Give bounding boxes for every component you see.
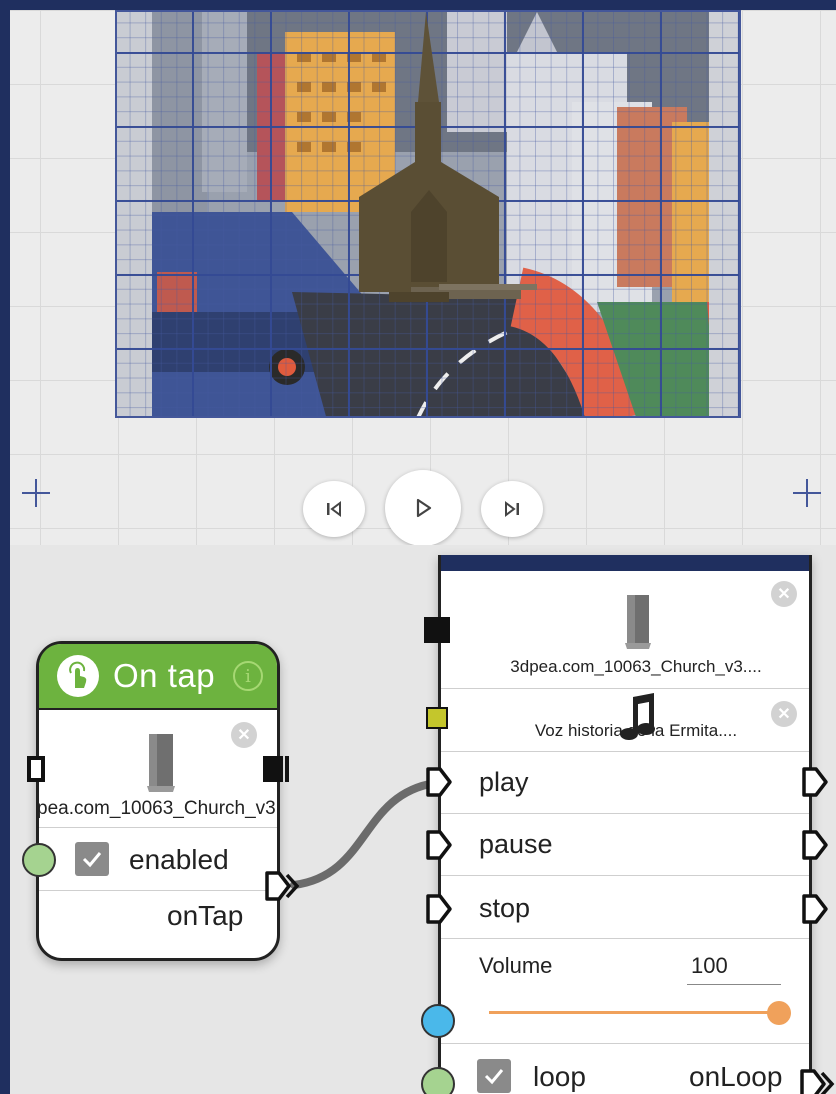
volume-value-input[interactable]: 100 <box>691 953 728 979</box>
pause-action-label: pause <box>479 829 553 859</box>
scene-background-image <box>115 10 741 418</box>
ontap-object-input-port[interactable] <box>27 756 45 782</box>
play-input-port[interactable] <box>426 767 454 797</box>
enabled-label: enabled <box>129 844 229 875</box>
pause-input-port[interactable] <box>426 830 454 860</box>
tap-hand-icon <box>57 655 99 697</box>
church-thumbnail <box>147 734 175 792</box>
ontap-object-name: pea.com_10063_Church_v3 <box>37 798 276 819</box>
info-icon[interactable]: i <box>233 661 263 691</box>
window-frame-top <box>0 0 836 10</box>
sound-audio-input-port[interactable] <box>426 707 448 729</box>
stop-action-label: stop <box>479 893 531 923</box>
church-3d-model[interactable] <box>349 12 549 307</box>
sound-remove-model-button[interactable]: ✕ <box>771 581 797 607</box>
ontap-node[interactable]: On tap i ✕ pea.com_10063_Church_v3 enabl… <box>36 641 280 961</box>
wire-ontap-to-play <box>290 779 439 889</box>
enabled-input-port[interactable] <box>22 843 56 877</box>
loop-label: loop <box>533 1061 586 1092</box>
sound-model-input-port[interactable] <box>424 617 450 643</box>
sound-node-header[interactable] <box>441 555 809 571</box>
sound-audio-name: Voz historia de la Ermita.... <box>534 721 738 740</box>
skip-forward-button[interactable] <box>481 481 543 537</box>
enabled-checkbox[interactable] <box>75 842 109 876</box>
play-action-label: play <box>479 767 529 797</box>
ontap-output-label: onTap <box>167 900 244 931</box>
loop-output-label: onLoop <box>689 1061 783 1092</box>
sound-node[interactable]: ✕ 3dpea.com_10063_Church_v3.... ✕ Voz hi… <box>438 555 812 1094</box>
volume-input-underline <box>687 984 781 985</box>
logic-graph-canvas[interactable]: On tap i ✕ pea.com_10063_Church_v3 enabl… <box>10 545 836 1094</box>
pause-output-port[interactable] <box>802 830 830 860</box>
volume-label: Volume <box>479 953 553 978</box>
loop-trigger-output-port[interactable] <box>800 1069 836 1094</box>
anchor-crosshair-left <box>22 479 50 507</box>
play-output-port[interactable] <box>802 767 830 797</box>
volume-slider-track[interactable] <box>489 1011 779 1014</box>
ontap-remove-object-button[interactable]: ✕ <box>231 722 257 748</box>
ontap-node-header[interactable]: On tap i <box>39 644 277 710</box>
play-button[interactable] <box>385 470 461 545</box>
volume-slider-knob[interactable] <box>767 1001 791 1025</box>
stop-input-port[interactable] <box>426 894 454 924</box>
window-frame-left <box>0 0 10 1094</box>
loop-checkbox[interactable] <box>477 1059 511 1093</box>
stop-output-port[interactable] <box>802 894 830 924</box>
scene-viewport[interactable] <box>10 10 836 545</box>
skip-back-button[interactable] <box>303 481 365 537</box>
ontap-node-title: On tap <box>113 657 216 694</box>
ontap-object-output-port[interactable] <box>263 756 283 782</box>
skip-forward-icon <box>505 501 519 517</box>
sound-model-name: 3dpea.com_10063_Church_v3.... <box>510 657 762 676</box>
church-model-thumbnail <box>625 595 651 649</box>
volume-input-port[interactable] <box>421 1004 455 1038</box>
skip-back-icon <box>327 501 341 517</box>
loop-input-port[interactable] <box>421 1067 455 1094</box>
ontap-object-output-port-bar <box>285 756 289 782</box>
play-icon <box>416 498 432 518</box>
anchor-crosshair-right <box>793 479 821 507</box>
ontap-trigger-output-port[interactable] <box>265 871 303 901</box>
